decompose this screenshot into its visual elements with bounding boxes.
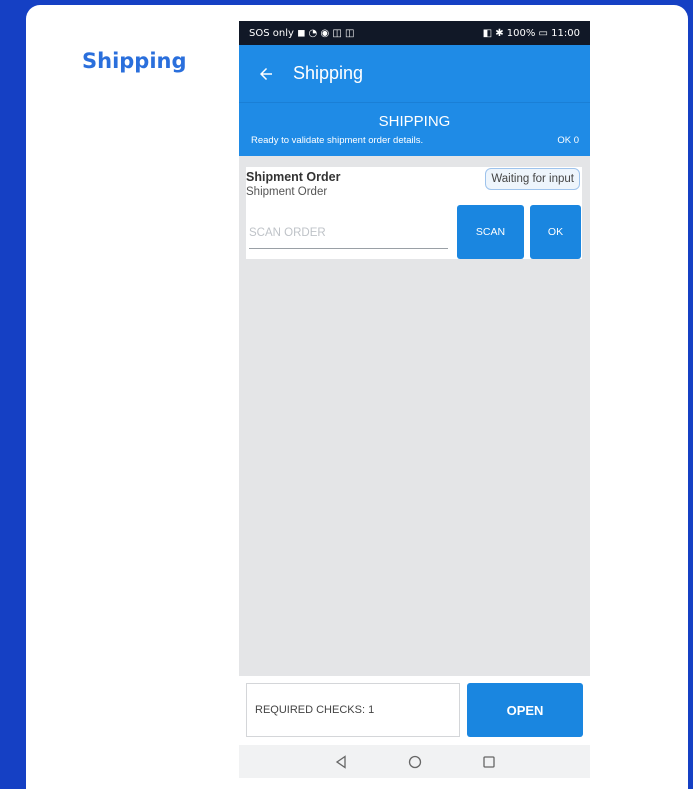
- bottom-bar: REQUIRED CHECKS: 1 OPEN: [239, 676, 590, 746]
- page-title: Shipping: [82, 49, 187, 73]
- system-nav-bar: [239, 745, 590, 778]
- ok-counter: OK 0: [557, 135, 579, 146]
- ok-button[interactable]: OK: [530, 205, 581, 259]
- app-bar-title: Shipping: [293, 63, 364, 83]
- shipment-order-subtitle: Shipment Order: [246, 186, 328, 198]
- required-checks-label: REQUIRED CHECKS: 1: [246, 683, 460, 737]
- scan-order-input[interactable]: [249, 218, 448, 249]
- shipment-order-title: Shipment Order: [246, 170, 341, 184]
- process-header: SHIPPING Ready to validate shipment orde…: [239, 102, 590, 156]
- app-bar: Shipping: [239, 45, 590, 102]
- open-button[interactable]: OPEN: [467, 683, 583, 737]
- phone-screen: SOS only ◼ ◔ ◉ ◫ ◫ ◧ ✱ 100% ▭ 11:00 Ship…: [239, 21, 590, 778]
- process-subtitle: Ready to validate shipment order details…: [251, 135, 424, 146]
- status-badge: Waiting for input: [485, 168, 580, 190]
- process-title: SHIPPING: [378, 113, 451, 130]
- status-bar-left: SOS only ◼ ◔ ◉ ◫ ◫: [249, 27, 355, 39]
- nav-back-icon[interactable]: [331, 752, 351, 772]
- content-card: Shipping SOS only ◼ ◔ ◉ ◫ ◫ ◧ ✱ 100% ▭ 1…: [26, 5, 688, 789]
- scan-button[interactable]: SCAN: [457, 205, 524, 259]
- status-bar: SOS only ◼ ◔ ◉ ◫ ◫ ◧ ✱ 100% ▭ 11:00: [239, 21, 590, 45]
- shipment-order-card: Shipment Order Shipment Order Waiting fo…: [246, 167, 582, 259]
- status-bar-right: ◧ ✱ 100% ▭ 11:00: [482, 27, 580, 39]
- nav-home-icon[interactable]: [405, 752, 425, 772]
- nav-recents-icon[interactable]: [479, 752, 499, 772]
- back-arrow-icon[interactable]: [239, 65, 293, 83]
